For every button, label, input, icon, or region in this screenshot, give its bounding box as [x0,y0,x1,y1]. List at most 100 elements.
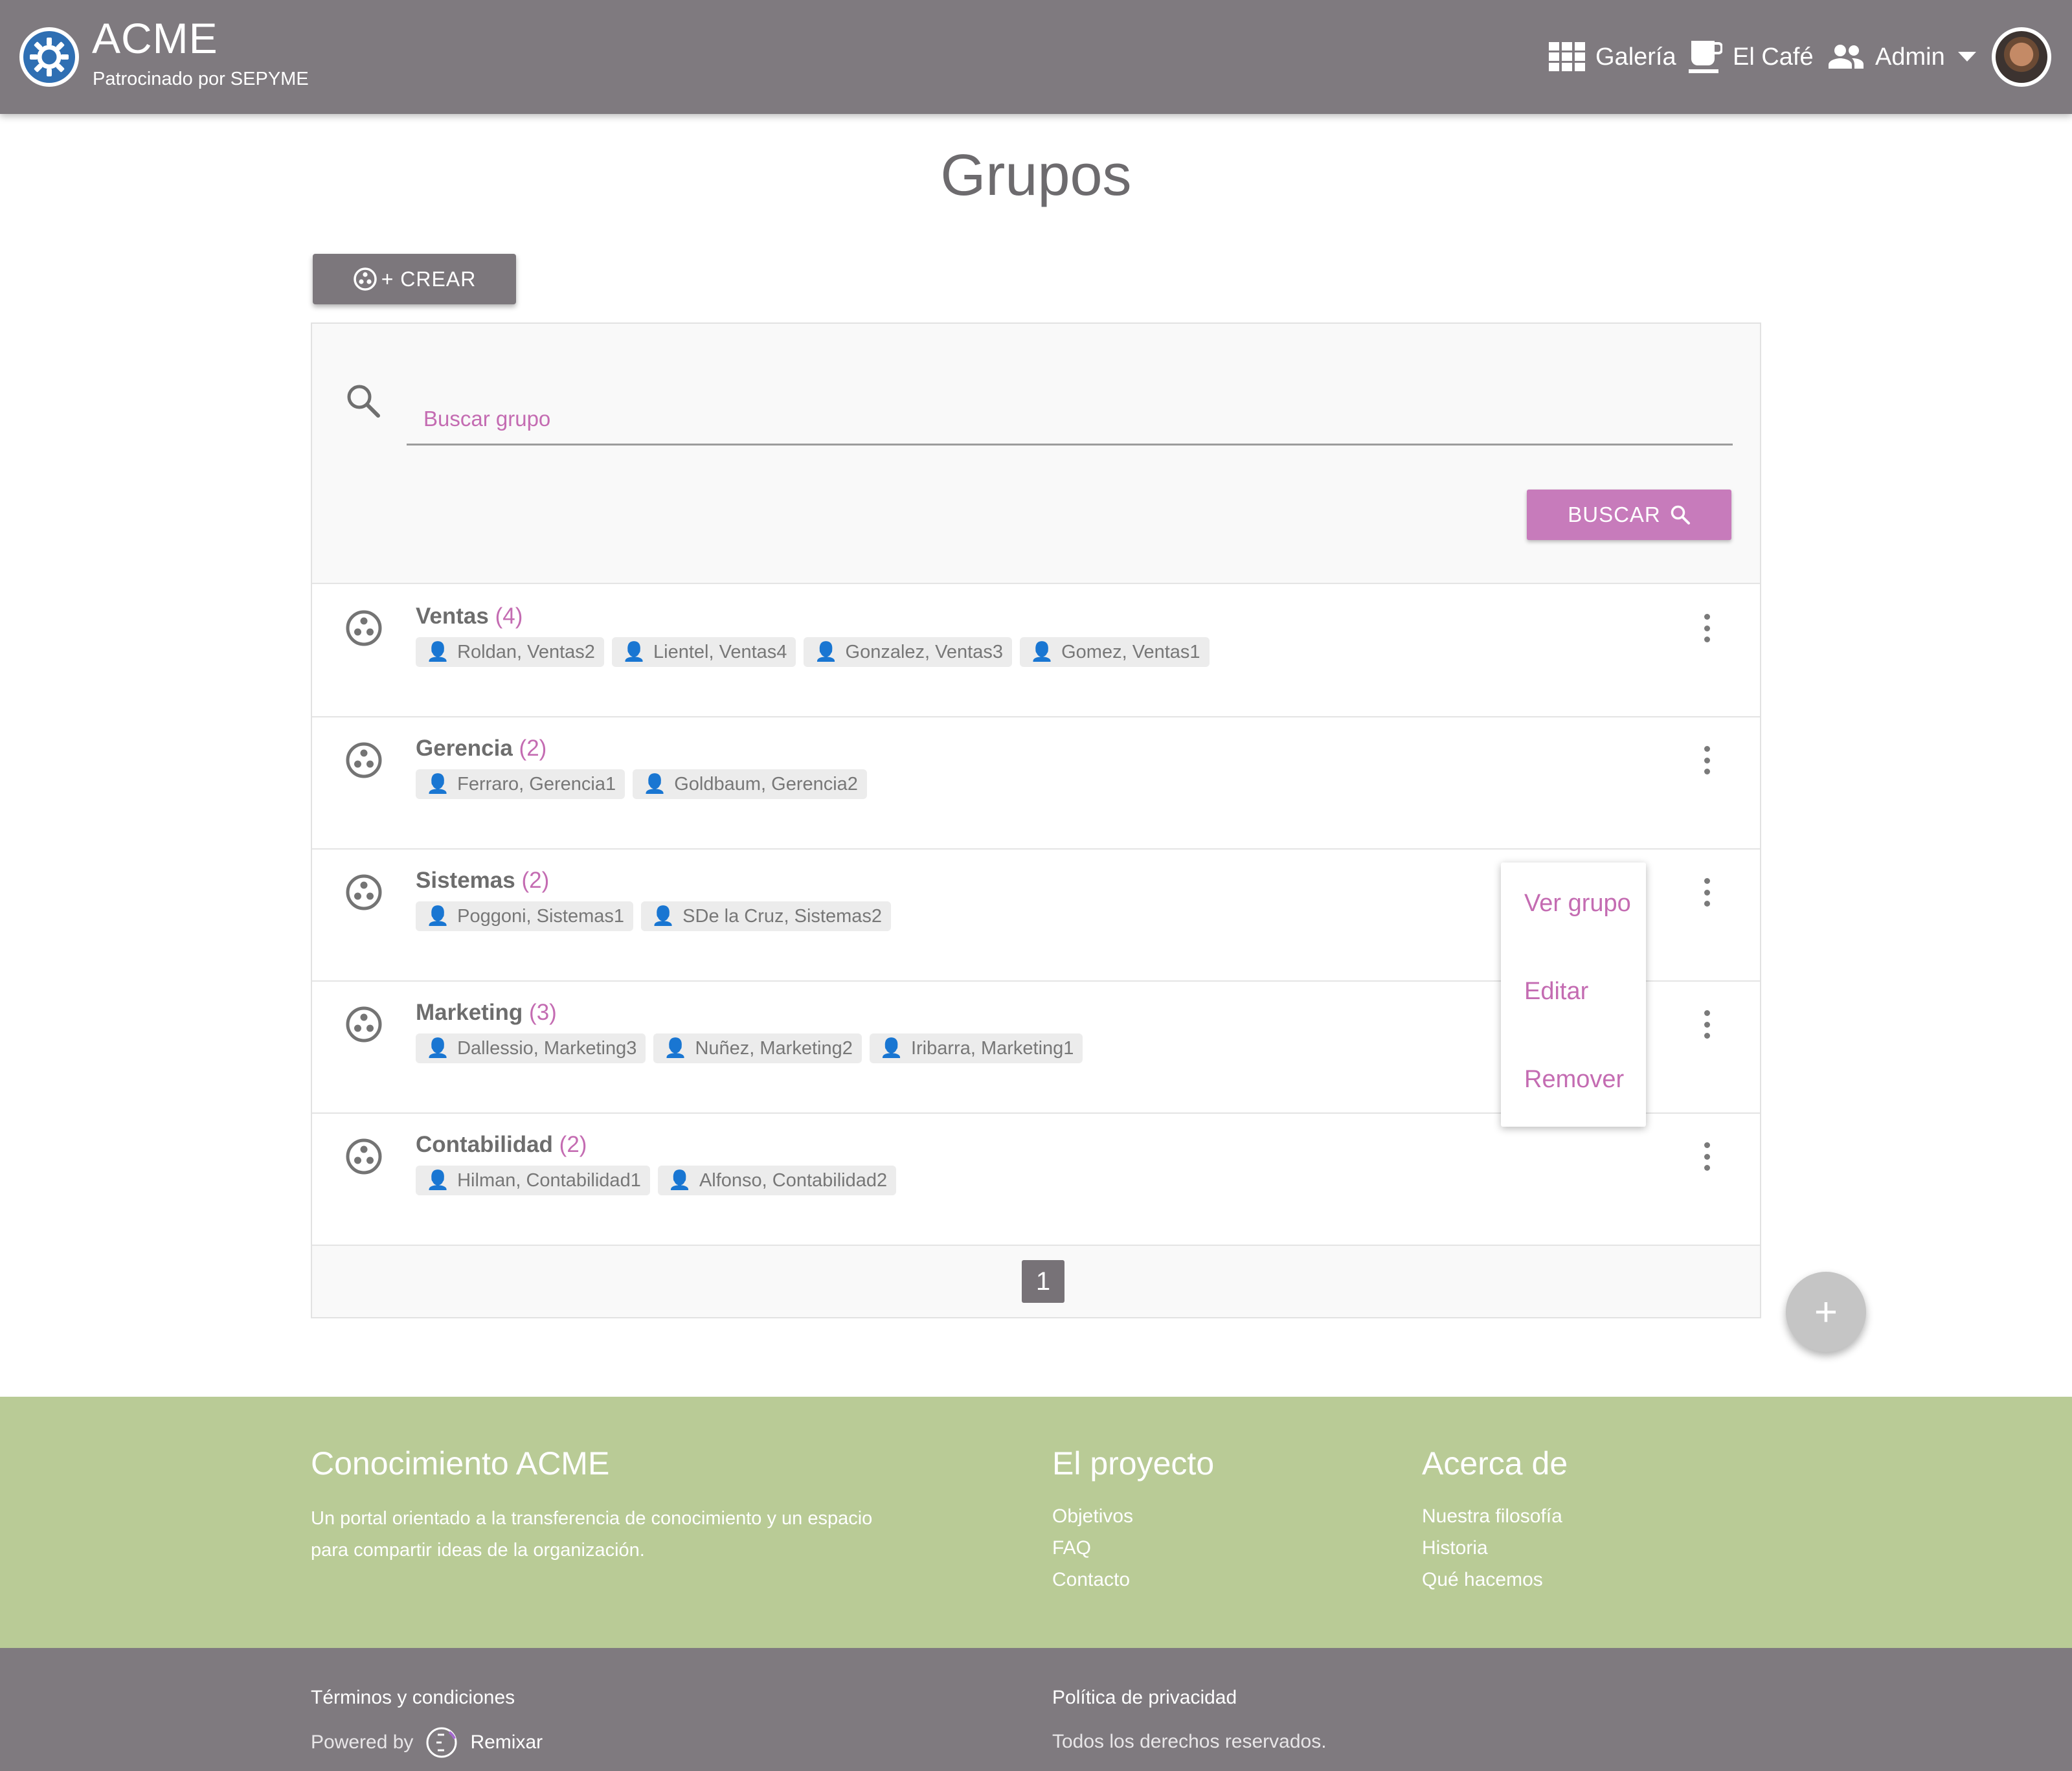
footer-about-title: Conocimiento ACME [311,1445,610,1482]
grid-icon [1549,42,1585,71]
group-icon [346,742,382,778]
footer-link-contacto[interactable]: Contacto [1052,1569,1130,1591]
nav-el-cafe-label: El Café [1733,43,1814,71]
footer-bottom: Términos y condiciones Política de priva… [0,1648,2072,1771]
people-icon [1829,45,1864,69]
create-button-label: + CREAR [381,267,477,291]
footer-link-que-hacemos[interactable]: Qué hacemos [1422,1569,1543,1591]
member-chip[interactable]: 👤 Ferraro, Gerencia1 [416,769,625,799]
group-name[interactable]: Gerencia (2) [416,736,546,761]
page-number-button[interactable]: 1 [1022,1260,1064,1303]
member-chip[interactable]: 👤 Hilman, Contabilidad1 [416,1166,650,1195]
add-fab-button[interactable]: + [1786,1272,1866,1352]
group-count: (2) [519,736,547,761]
group-icon [346,1006,382,1043]
search-input[interactable] [407,394,1733,446]
person-icon: 👤 [668,1170,692,1191]
terms-link[interactable]: Términos y condiciones [311,1687,515,1709]
member-chip[interactable]: 👤 Goldbaum, Gerencia2 [633,769,867,799]
menu-item-ver-grupo[interactable]: Ver grupo [1524,890,1631,918]
footer-project-title: El proyecto [1052,1445,1215,1482]
more-vert-icon[interactable] [1698,741,1716,780]
person-icon: 👤 [1030,642,1054,662]
nav-galeria-label: Galería [1595,43,1676,71]
group-name[interactable]: Marketing (3) [416,1000,557,1026]
group-count: (3) [529,1000,557,1025]
person-icon: 👤 [426,1170,450,1191]
search-icon [1671,505,1690,525]
groups-card: BUSCAR Ventas (4) 👤Roldan, Ventas2 👤Lien… [311,322,1761,1318]
rights-text: Todos los derechos reservados. [1052,1731,1327,1752]
person-icon: 👤 [622,642,646,662]
member-chip[interactable]: 👤 Gomez, Ventas1 [1020,637,1210,667]
coffee-icon [1689,41,1722,73]
brand-subtitle: Patrocinado por SEPYME [93,69,309,89]
top-navbar: ACME Patrocinado por SEPYME Galería El C… [0,0,2072,114]
nav-admin[interactable]: Admin [1827,39,1976,75]
search-button[interactable]: BUSCAR [1527,490,1731,540]
privacy-link[interactable]: Política de privacidad [1052,1687,1237,1709]
person-icon: 👤 [426,642,450,662]
remixar-logo-icon [426,1727,457,1758]
person-icon: 👤 [426,906,450,927]
member-chip[interactable]: 👤 Gonzalez, Ventas3 [804,637,1012,667]
member-chip[interactable]: 👤 SDe la Cruz, Sistemas2 [641,901,891,931]
member-chip[interactable]: 👤 Lientel, Ventas4 [611,637,796,667]
person-icon: 👤 [426,774,450,795]
member-chip[interactable]: 👤 Roldan, Ventas2 [416,637,604,667]
group-context-menu: Ver grupo Editar Remover [1501,863,1646,1127]
menu-item-remover[interactable]: Remover [1524,1066,1624,1094]
person-icon: 👤 [651,906,675,927]
user-avatar[interactable] [1992,27,2051,87]
group-name[interactable]: Contabilidad (2) [416,1132,587,1158]
powered-by-label: Powered by [311,1732,414,1753]
person-icon: 👤 [879,1038,903,1059]
footer-link-filosofia[interactable]: Nuestra filosofía [1422,1506,1562,1528]
page-title: Grupos [940,143,1132,208]
footer-link-objetivos[interactable]: Objetivos [1052,1506,1133,1528]
group-add-icon [353,267,377,291]
group-count: (4) [495,603,523,629]
more-vert-icon[interactable] [1698,609,1716,648]
person-icon: 👤 [426,1038,450,1059]
nav-galeria[interactable]: Galería [1549,39,1676,75]
menu-item-editar[interactable]: Editar [1524,978,1588,1006]
group-count: (2) [559,1132,587,1157]
footer-acerca-title: Acerca de [1422,1445,1568,1482]
remixar-label: Remixar [470,1732,543,1753]
acme-logo-icon[interactable] [19,27,79,87]
group-name[interactable]: Sistemas (2) [416,868,549,894]
footer-about-text: para compartir ideas de la organización. [311,1540,645,1561]
create-group-button[interactable]: + CREAR [313,254,516,304]
footer-link-historia[interactable]: Historia [1422,1537,1488,1559]
footer-about-text: Un portal orientado a la transferencia d… [311,1508,873,1529]
group-icon [346,874,382,910]
brand-title[interactable]: ACME [92,17,218,60]
footer-link-faq[interactable]: FAQ [1052,1537,1091,1559]
nav-admin-label: Admin [1875,43,1945,71]
group-icon [346,1138,382,1175]
group-row[interactable]: Contabilidad (2) 👤 Hilman, Contabilidad1 … [312,1114,1760,1246]
member-chip[interactable]: 👤 Poggoni, Sistemas1 [416,901,634,931]
nav-el-cafe[interactable]: El Café [1689,39,1814,75]
member-chip[interactable]: 👤 Dallessio, Marketing3 [416,1033,646,1063]
more-vert-icon[interactable] [1698,873,1716,912]
person-icon: 👤 [643,774,667,795]
footer-links: Conocimiento ACME Un portal orientado a … [0,1397,2072,1648]
search-button-label: BUSCAR [1568,502,1661,526]
group-row[interactable]: Gerencia (2) 👤 Ferraro, Gerencia1 👤 Goldba… [312,717,1760,850]
powered-by[interactable]: Powered by Remixar [311,1726,543,1759]
more-vert-icon[interactable] [1698,1005,1716,1044]
more-vert-icon[interactable] [1698,1137,1716,1176]
search-panel: BUSCAR [312,324,1760,584]
person-icon: 👤 [814,642,838,662]
group-row[interactable]: Ventas (4) 👤 Roldan, Ventas2 👤 Lientel, Ve… [312,585,1760,717]
caret-down-icon [1957,52,1976,62]
member-chip[interactable]: 👤 Iribarra, Marketing1 [869,1033,1083,1063]
member-chip[interactable]: 👤 Nuñez, Marketing2 [653,1033,862,1063]
search-icon [346,383,381,422]
pagination: 1 [312,1246,1760,1317]
member-chip[interactable]: 👤 Alfonso, Contabilidad2 [657,1166,897,1195]
group-name[interactable]: Ventas (4) [416,603,523,629]
group-icon [346,610,382,646]
